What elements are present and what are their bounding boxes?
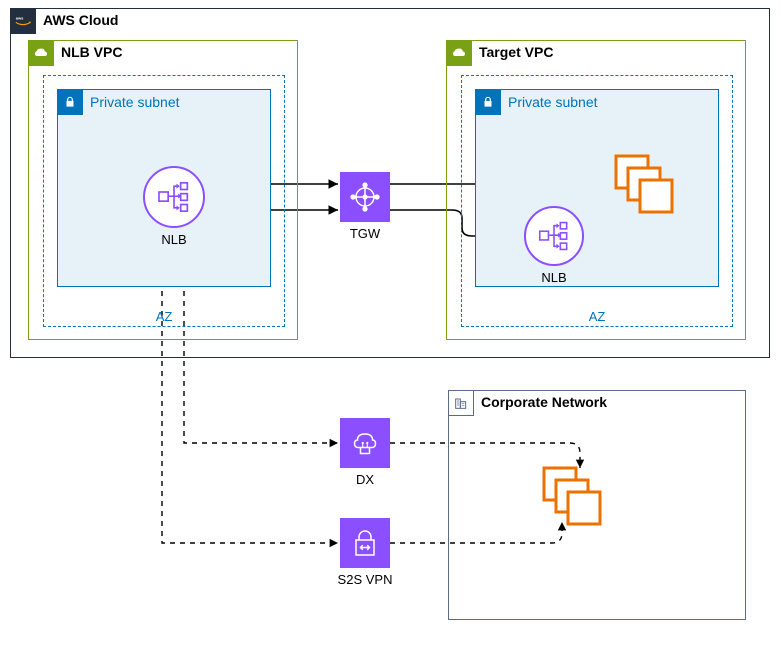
svg-text:aws: aws [16, 16, 24, 21]
nlb-left-icon [143, 166, 205, 228]
tgw-label: TGW [350, 226, 380, 241]
building-icon [448, 390, 474, 416]
dx-icon [340, 418, 390, 468]
target-vpc-subnet-label: Private subnet [508, 94, 598, 110]
corp-targets-icon [540, 464, 602, 529]
target-vpc-container: Target VPC AZ Private subnet [446, 40, 746, 340]
nlb-left-label: NLB [161, 232, 186, 247]
ec2-targets-icon [612, 152, 674, 217]
nlb-vpc-az-label: AZ [156, 309, 173, 324]
tgw-icon [340, 172, 390, 222]
vpc-icon [446, 40, 472, 66]
nlb-vpc-title: NLB VPC [61, 44, 122, 60]
nlb-right-icon [524, 206, 584, 266]
target-vpc-subnet: Private subnet [475, 89, 719, 287]
aws-cloud-title: AWS Cloud [43, 12, 118, 28]
aws-logo-icon: aws [10, 8, 36, 34]
dx-label: DX [356, 472, 374, 487]
vpn-icon [340, 518, 390, 568]
vpn-label: S2S VPN [338, 572, 393, 587]
corporate-network-title: Corporate Network [481, 394, 607, 410]
vpc-icon [28, 40, 54, 66]
target-vpc-az-label: AZ [589, 309, 606, 324]
nlb-right-label: NLB [541, 270, 566, 285]
lock-icon [57, 89, 83, 115]
nlb-vpc-subnet-label: Private subnet [90, 94, 180, 110]
target-vpc-title: Target VPC [479, 44, 553, 60]
lock-icon [475, 89, 501, 115]
